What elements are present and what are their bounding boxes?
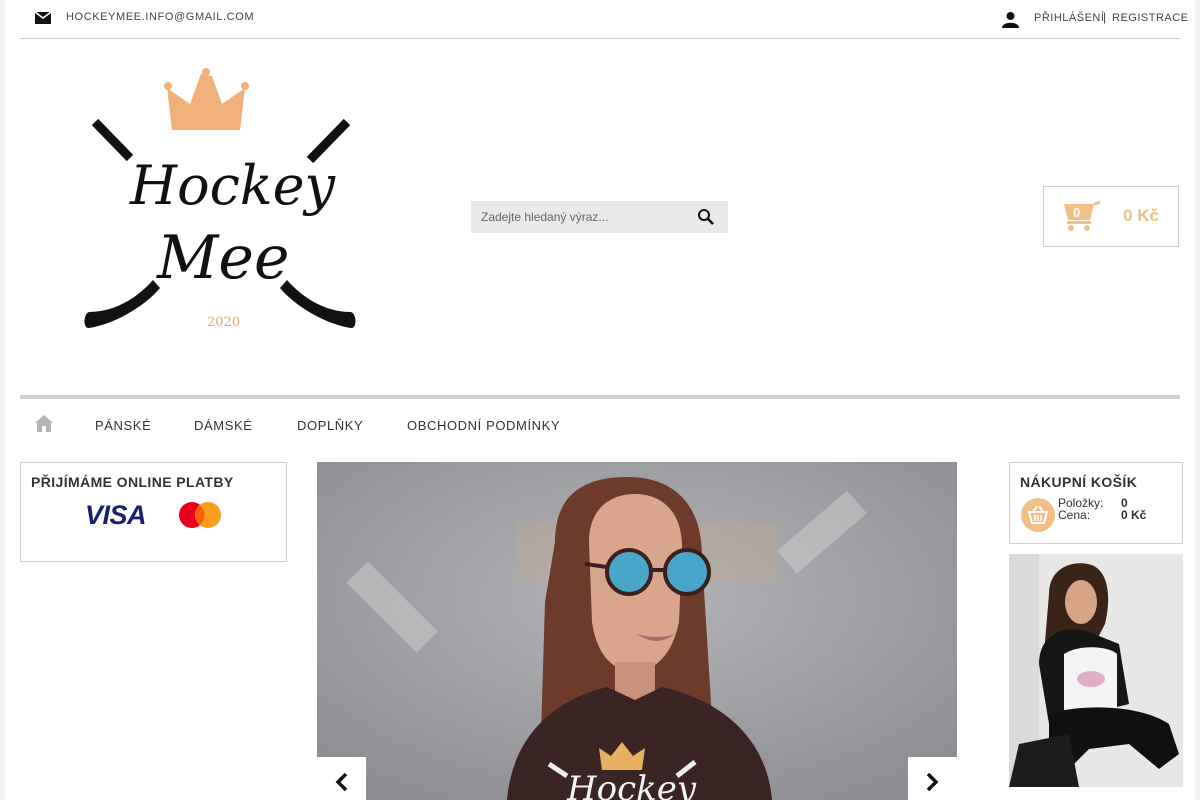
search-input[interactable] <box>471 201 691 233</box>
login-link[interactable]: PŘIHLÁŠENÍ <box>1034 12 1104 24</box>
chevron-left-icon <box>335 772 348 792</box>
logo-text-hockey: Hockey <box>129 154 337 217</box>
nav-divider <box>20 395 1180 399</box>
page: HOCKEYMEE.INFO@GMAIL.COM PŘIHLÁŠENÍ | RE… <box>5 0 1195 800</box>
mail-icon <box>35 12 51 24</box>
login-separator: | <box>1103 10 1107 24</box>
promo-photo <box>1009 554 1183 787</box>
logo-text-mee: Mee <box>156 223 289 293</box>
nav-item-doplnky[interactable]: DOPLŇKY <box>297 418 363 433</box>
visa-logo: VISA <box>85 500 147 530</box>
nav-item-obchodni-podminky[interactable]: OBCHODNÍ PODMÍNKY <box>407 418 560 433</box>
site-logo[interactable]: Hockey Mee 2020 <box>75 66 365 346</box>
cart-widget-title: NÁKUPNÍ KOŠÍK <box>1020 474 1138 490</box>
chevron-right-icon <box>926 772 939 792</box>
header-cart[interactable]: 0 0 Kč <box>1043 186 1179 247</box>
nav-item-panske[interactable]: PÁNSKÉ <box>95 418 151 433</box>
contact-email[interactable]: HOCKEYMEE.INFO@GMAIL.COM <box>66 11 254 23</box>
register-link[interactable]: REGISTRACE <box>1112 12 1189 24</box>
mastercard-logo <box>179 502 221 528</box>
promo-image[interactable] <box>1009 554 1183 787</box>
top-bar: HOCKEYMEE.INFO@GMAIL.COM PŘIHLÁŠENÍ | RE… <box>5 0 1195 39</box>
payments-box: PŘIJÍMÁME ONLINE PLATBY VISA <box>20 462 287 562</box>
search-box <box>471 201 728 233</box>
nav-item-damske[interactable]: DÁMSKÉ <box>194 418 253 433</box>
cart-price-value: 0 Kč <box>1121 508 1147 522</box>
payments-title: PŘIJÍMÁME ONLINE PLATBY <box>31 474 234 490</box>
cart-widget[interactable]: NÁKUPNÍ KOŠÍK Položky: 0 Cena: 0 Kč <box>1009 462 1183 544</box>
header-cart-count: 0 <box>1073 205 1081 220</box>
basket-icon <box>1021 498 1055 532</box>
slide-image: Hockey <box>317 462 957 800</box>
logo-year: 2020 <box>207 315 240 330</box>
top-divider <box>20 38 1180 39</box>
slider-next-button[interactable] <box>908 757 957 800</box>
home-icon[interactable] <box>35 415 53 432</box>
cart-price-label: Cena: <box>1058 508 1091 522</box>
slide-shirt-text: Hockey <box>566 769 697 800</box>
header-cart-price: 0 Kč <box>1123 206 1159 225</box>
search-icon[interactable] <box>697 208 715 226</box>
slider-prev-button[interactable] <box>317 757 366 800</box>
hero-slider[interactable]: Hockey <box>317 462 957 800</box>
user-icon[interactable] <box>1002 11 1019 28</box>
